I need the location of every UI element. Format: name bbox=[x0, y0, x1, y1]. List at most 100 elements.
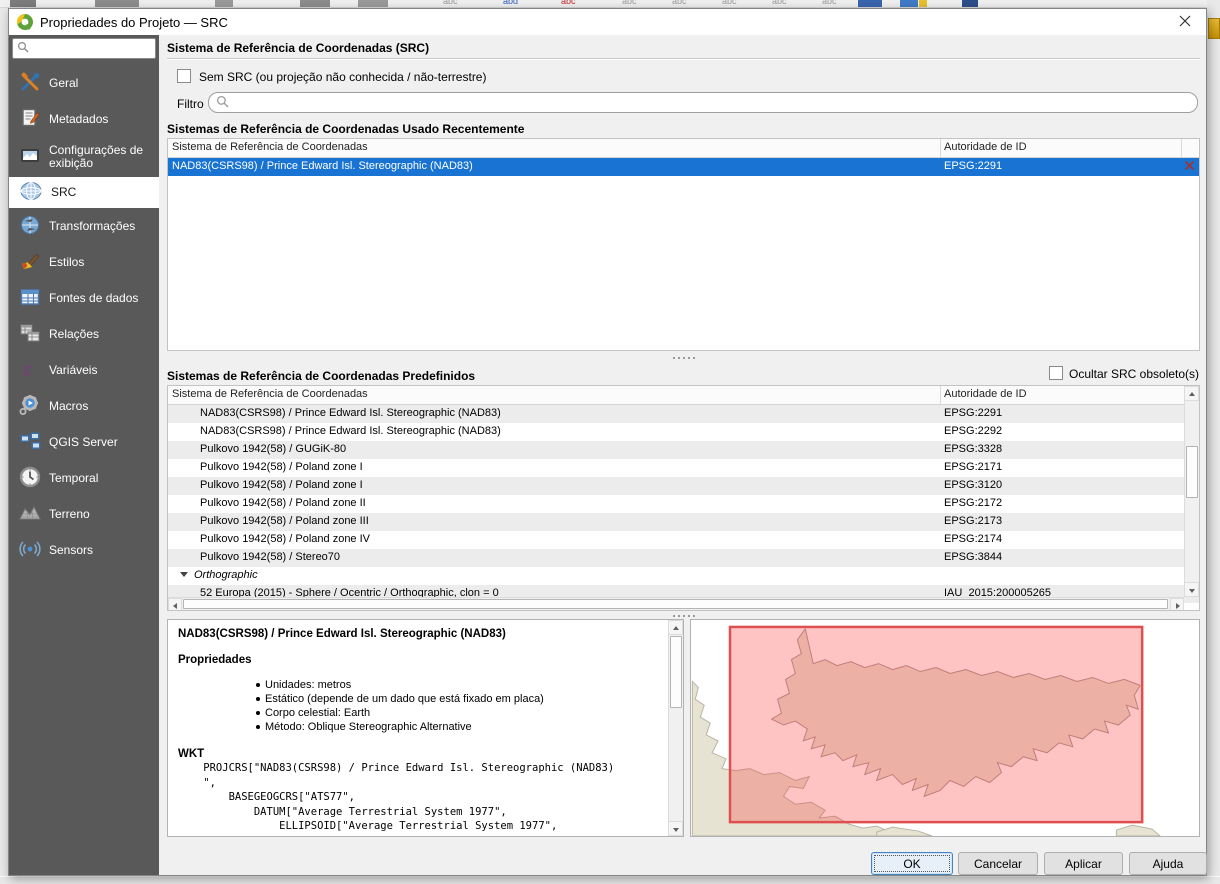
wkt-line: PROJCRS["NAD83(CSRS98) / Prince Edward I… bbox=[178, 762, 664, 775]
cancel-button[interactable]: Cancelar bbox=[958, 852, 1038, 875]
toolbar-fragment bbox=[10, 0, 36, 8]
scrollbar-thumb[interactable] bbox=[183, 599, 1168, 609]
crs-name: Pulkovo 1942(58) / Poland zone I bbox=[200, 479, 363, 491]
scroll-down-icon[interactable] bbox=[668, 821, 683, 836]
sidebar-item-configuracoes-exibicao[interactable]: Configurações de exibição bbox=[9, 137, 159, 177]
crs-authid: EPSG:3120 bbox=[944, 479, 1002, 491]
screen: abc abd abc abc abc abc abc abc Propried bbox=[0, 0, 1220, 884]
sidebar-item-metadados[interactable]: Metadados bbox=[9, 101, 159, 137]
sidebar-item-sensors[interactable]: Sensors bbox=[9, 532, 159, 568]
toolbar-abc-icon: abc bbox=[443, 0, 458, 6]
crs-row[interactable]: Pulkovo 1942(58) / GUGiK-80EPSG:3328 bbox=[168, 441, 1199, 459]
sidebar-item-geral[interactable]: Geral bbox=[9, 65, 159, 101]
toolbar-fragment bbox=[95, 0, 139, 8]
crs-name: Pulkovo 1942(58) / Poland zone III bbox=[200, 515, 369, 527]
crs-row[interactable]: Pulkovo 1942(58) / Stereo70EPSG:3844 bbox=[168, 549, 1199, 567]
crs-extent-map-preview bbox=[690, 619, 1200, 837]
crs-settings-panel: Sistema de Referência de Coordenadas (SR… bbox=[159, 35, 1208, 875]
crs-filter-box[interactable] bbox=[208, 92, 1198, 113]
hide-deprecated-checkbox[interactable] bbox=[1049, 366, 1063, 380]
filter-label: Filtro bbox=[177, 97, 204, 111]
splitter-handle[interactable] bbox=[159, 613, 1208, 618]
sidebar-item-label: Temporal bbox=[49, 472, 98, 485]
predefined-table-header[interactable]: Sistema de Referência de Coordenadas Aut… bbox=[168, 386, 1184, 405]
column-header-crs[interactable]: Sistema de Referência de Coordenadas bbox=[172, 388, 368, 400]
sidebar-search-box[interactable] bbox=[12, 38, 156, 59]
recent-crs-row[interactable]: NAD83(CSRS98) / Prince Edward Isl. Stere… bbox=[168, 158, 1199, 176]
crs-authid: EPSG:2174 bbox=[944, 533, 1002, 545]
recent-crs-authid: EPSG:2291 bbox=[944, 160, 1002, 172]
column-header-authid[interactable]: Autoridade de ID bbox=[944, 388, 1027, 400]
crs-property: Corpo celestial: Earth bbox=[256, 706, 664, 720]
toolbar-fragment bbox=[962, 0, 978, 8]
apply-button[interactable]: Aplicar bbox=[1044, 852, 1123, 875]
extent-map bbox=[691, 620, 1199, 836]
crs-group-row[interactable]: Orthographic bbox=[168, 567, 1199, 585]
crs-row[interactable]: Pulkovo 1942(58) / Poland zone I EPSG:312… bbox=[168, 477, 1199, 495]
crs-name: Pulkovo 1942(58) / Poland zone IV bbox=[200, 533, 370, 545]
toolbar-abc-icon: abc bbox=[772, 0, 787, 6]
scroll-up-icon[interactable] bbox=[1184, 386, 1199, 401]
crs-details-panel: NAD83(CSRS98) / Prince Edward Isl. Stere… bbox=[167, 619, 684, 837]
terrain-icon bbox=[19, 502, 41, 527]
column-header-crs[interactable]: Sistema de Referência de Coordenadas bbox=[172, 141, 368, 153]
recent-crs-table: Sistema de Referência de Coordenadas Aut… bbox=[167, 138, 1200, 351]
sidebar-item-transformacoes[interactable]: Transformações bbox=[9, 208, 159, 244]
crs-name: Pulkovo 1942(58) / Poland zone II bbox=[200, 497, 366, 509]
wkt-heading: WKT bbox=[178, 748, 664, 760]
toolbar-abc-icon: abc bbox=[561, 0, 576, 6]
remove-recent-crs-icon[interactable] bbox=[1184, 160, 1198, 174]
scroll-up-icon[interactable] bbox=[668, 620, 683, 635]
scroll-right-icon[interactable] bbox=[1170, 598, 1184, 611]
sidebar-item-qgis-server[interactable]: QGIS Server bbox=[9, 424, 159, 460]
ok-button[interactable]: OK bbox=[871, 852, 953, 875]
column-divider[interactable] bbox=[940, 386, 941, 404]
column-header-authid[interactable]: Autoridade de ID bbox=[944, 141, 1027, 153]
crs-row[interactable]: Pulkovo 1942(58) / Poland zone IV EPSG:21… bbox=[168, 531, 1199, 549]
help-button[interactable]: Ajuda bbox=[1129, 852, 1207, 875]
sidebar-item-temporal[interactable]: Temporal bbox=[9, 460, 159, 496]
wkt-line: BASEGEOGCRS["ATS77", bbox=[178, 791, 664, 804]
epsilon-icon: ε bbox=[19, 358, 41, 383]
crs-row[interactable]: Pulkovo 1942(58) / Poland zone IIEPSG:21… bbox=[168, 495, 1199, 513]
search-icon bbox=[17, 41, 29, 56]
project-properties-dialog: Propriedades do Projeto — SRC bbox=[8, 8, 1207, 876]
wkt-line: DATUM["Average Terrestrial System 1977", bbox=[178, 806, 664, 819]
no-crs-checkbox-label: Sem SRC (ou projeção não conhecida / não… bbox=[199, 70, 486, 84]
dialog-titlebar[interactable]: Propriedades do Projeto — SRC bbox=[9, 9, 1206, 35]
sidebar-item-src[interactable]: SRC bbox=[9, 177, 159, 208]
close-icon[interactable] bbox=[1178, 14, 1196, 30]
sidebar-item-label: Relações bbox=[49, 328, 99, 341]
column-divider[interactable] bbox=[940, 139, 941, 157]
recent-table-header[interactable]: Sistema de Referência de Coordenadas Aut… bbox=[168, 139, 1199, 158]
scroll-left-icon[interactable] bbox=[168, 598, 182, 611]
relations-icon bbox=[19, 322, 41, 347]
scroll-down-icon[interactable] bbox=[1184, 582, 1199, 597]
sidebar-item-estilos[interactable]: Estilos bbox=[9, 244, 159, 280]
crs-row[interactable]: Pulkovo 1942(58) / Poland zone IIIEPSG:2… bbox=[168, 513, 1199, 531]
sidebar-item-variaveis[interactable]: ε Variáveis bbox=[9, 352, 159, 388]
sidebar-item-label: SRC bbox=[51, 186, 76, 199]
horizontal-scrollbar[interactable] bbox=[168, 597, 1184, 610]
scrollbar-thumb[interactable] bbox=[670, 636, 682, 708]
crs-row[interactable]: NAD83(CSRS98) / Prince Edward Isl. Stere… bbox=[168, 423, 1199, 441]
scrollbar-thumb[interactable] bbox=[1186, 446, 1198, 498]
toolbar-abc-icon: abc bbox=[672, 0, 687, 6]
sidebar-item-fontes-de-dados[interactable]: Fontes de dados bbox=[9, 280, 159, 316]
column-divider[interactable] bbox=[1181, 139, 1182, 157]
crs-filter-input[interactable] bbox=[234, 96, 1197, 110]
splitter-handle[interactable] bbox=[159, 355, 1208, 360]
sidebar-search-input[interactable] bbox=[29, 43, 139, 55]
crs-row[interactable]: NAD83(CSRS98) / Prince Edward Isl. Stere… bbox=[168, 405, 1199, 423]
details-scrollbar[interactable] bbox=[668, 620, 683, 836]
crs-row[interactable]: Pulkovo 1942(58) / Poland zone IEPSG:217… bbox=[168, 459, 1199, 477]
sidebar-item-relacoes[interactable]: Relações bbox=[9, 316, 159, 352]
sidebar-item-macros[interactable]: Macros bbox=[9, 388, 159, 424]
crs-group-name: Orthographic bbox=[194, 569, 258, 581]
collapse-arrow-icon[interactable] bbox=[180, 572, 188, 577]
vertical-scrollbar[interactable] bbox=[1184, 386, 1199, 597]
no-crs-checkbox[interactable] bbox=[177, 69, 191, 83]
crs-name: Pulkovo 1942(58) / Stereo70 bbox=[200, 551, 340, 563]
sidebar-item-terreno[interactable]: Terreno bbox=[9, 496, 159, 532]
sidebar-item-label: Macros bbox=[49, 400, 88, 413]
